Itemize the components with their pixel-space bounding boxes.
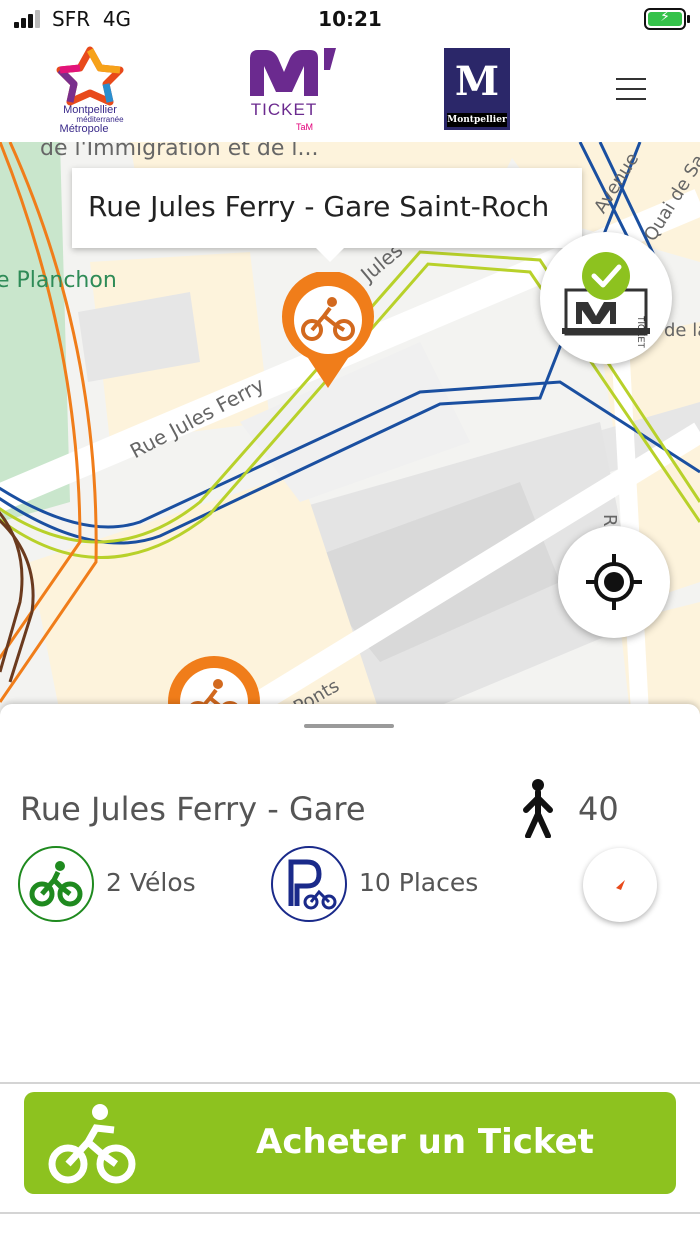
walking-icon bbox=[523, 779, 553, 838]
station-name: Rue Jules Ferry - Gare bbox=[20, 790, 366, 828]
hamburger-icon bbox=[616, 78, 646, 80]
status-bar: SFR 4G 10:21 ⚡ bbox=[0, 0, 700, 40]
callout-title: Rue Jules Ferry - Gare Saint-Roch bbox=[88, 190, 550, 223]
bike-icon bbox=[48, 1104, 136, 1184]
buy-ticket-label: Acheter un Ticket bbox=[256, 1122, 594, 1162]
divider bbox=[0, 1082, 700, 1084]
m-prime-icon bbox=[250, 48, 336, 96]
hamburger-menu-button[interactable] bbox=[614, 74, 650, 104]
sheet-drag-handle[interactable] bbox=[304, 724, 394, 728]
map-view[interactable]: de l'Immigration et de l... e Planchon R… bbox=[0, 142, 700, 714]
bottom-divider bbox=[0, 1212, 700, 1214]
station-callout[interactable]: Rue Jules Ferry - Gare Saint-Roch bbox=[72, 168, 582, 262]
mticket-validated-icon: TICKET bbox=[562, 252, 650, 349]
crosshair-icon bbox=[586, 554, 642, 610]
buy-ticket-button[interactable]: Acheter un Ticket bbox=[24, 1092, 676, 1194]
station-details-sheet: Rue Jules Ferry - Gare 40 2 Vélos 10 Pla… bbox=[0, 704, 700, 1244]
star-logo-icon bbox=[56, 46, 124, 106]
walk-time: 40 bbox=[578, 790, 619, 828]
bike-count: 2 Vélos bbox=[106, 868, 196, 897]
selected-bike-station-pin[interactable] bbox=[278, 272, 378, 388]
places-count: 10 Places bbox=[359, 868, 479, 897]
clock: 10:21 bbox=[318, 7, 382, 31]
map-label-park: e Planchon bbox=[0, 268, 117, 293]
bike-availability-icon bbox=[18, 846, 94, 922]
compass-icon bbox=[616, 880, 625, 890]
map-label-street: de l'Immigration et de l... bbox=[40, 142, 319, 161]
app-header: Montpellier méditerranée Métropole TICKE… bbox=[0, 40, 700, 142]
compass-button[interactable] bbox=[583, 848, 657, 922]
svg-text:TICKET: TICKET bbox=[636, 316, 646, 349]
battery-icon: ⚡ bbox=[644, 8, 690, 30]
parking-availability-icon bbox=[271, 846, 347, 922]
montpellier-city-logo: M Montpellier bbox=[444, 48, 510, 130]
locate-me-button[interactable] bbox=[558, 526, 670, 638]
mticket-button[interactable]: TICKET bbox=[540, 232, 672, 364]
mticket-logo: TICKET TaM bbox=[240, 44, 340, 136]
montpellier-metropole-logo: Montpellier méditerranée Métropole bbox=[40, 46, 140, 135]
